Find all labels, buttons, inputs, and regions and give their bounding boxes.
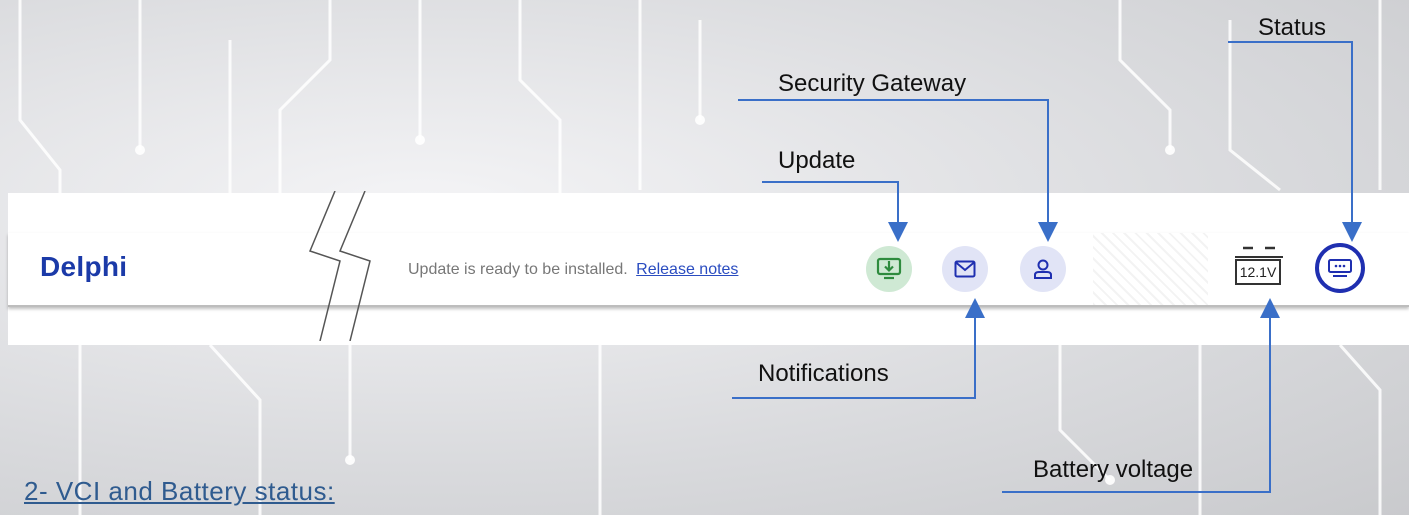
annotation-status: Status xyxy=(1258,14,1327,41)
update-message: Update is ready to be installed. Release… xyxy=(408,261,738,279)
decorative-pattern xyxy=(1093,233,1208,305)
annotation-battery-voltage: Battery voltage xyxy=(1033,456,1194,483)
vci-status-button[interactable] xyxy=(1315,243,1365,293)
update-button[interactable] xyxy=(866,246,912,292)
delphi-logo: Delphi xyxy=(40,251,128,282)
release-notes-link[interactable]: Release notes xyxy=(636,261,738,278)
download-monitor-icon xyxy=(876,257,902,280)
notifications-button[interactable] xyxy=(942,246,988,292)
user-icon xyxy=(1034,259,1052,279)
vci-status-icon xyxy=(1328,259,1352,277)
battery-indicator[interactable]: 12.1V xyxy=(1233,245,1285,289)
battery-icon xyxy=(1235,246,1283,258)
mail-icon xyxy=(954,260,976,278)
section-heading: 2- VCI and Battery status: xyxy=(24,476,335,506)
break-mark-icon xyxy=(308,191,371,341)
battery-voltage-value: 12.1V xyxy=(1235,259,1281,285)
annotation-security-gateway: Security Gateway xyxy=(778,70,967,97)
annotation-update: Update xyxy=(778,147,856,174)
annotation-notifications: Notifications xyxy=(758,360,889,387)
security-gateway-button[interactable] xyxy=(1020,246,1066,292)
toolbar-bar: Delphi Update is ready to be installed. … xyxy=(8,191,1409,341)
app-toolbar: Delphi Update is ready to be installed. … xyxy=(8,191,1409,345)
update-message-text: Update is ready to be installed. xyxy=(408,261,628,278)
